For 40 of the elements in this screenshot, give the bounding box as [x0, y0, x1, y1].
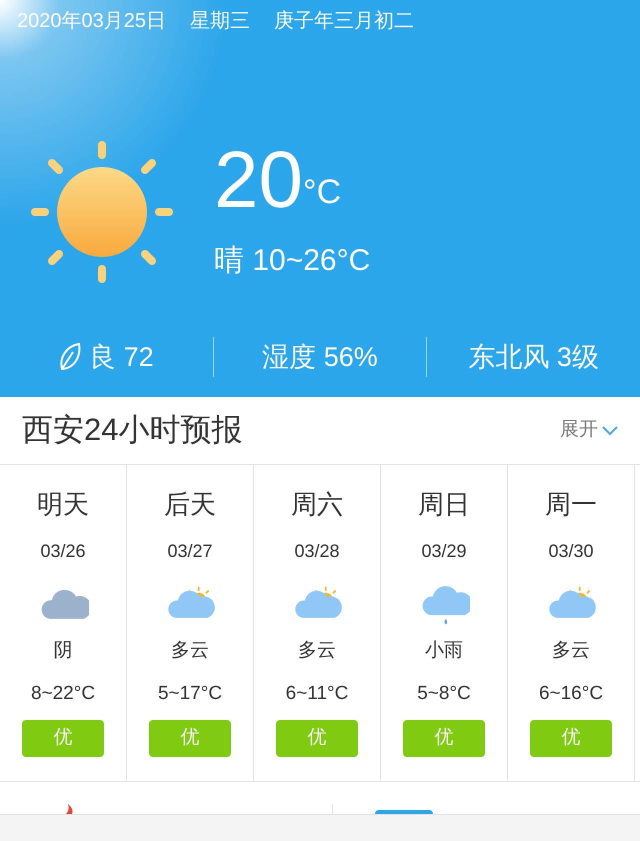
- weather-condition: 多云: [298, 639, 336, 663]
- air-quality-badge: 优: [149, 720, 231, 757]
- forecast-title: 西安24小时预报: [22, 411, 242, 450]
- air-quality-badge: 优: [22, 720, 104, 757]
- day-label: 周日: [418, 488, 470, 521]
- weekday-text: 星期三: [190, 9, 250, 34]
- lunar-date-text: 庚子年三月初二: [274, 9, 414, 34]
- temperature-range: 6~16°C: [538, 682, 604, 706]
- temperature-range: 6~11°C: [286, 682, 348, 706]
- day-label: 后天: [164, 488, 216, 521]
- air-quality-badge: 优: [530, 720, 612, 757]
- date-label: 03/28: [294, 540, 340, 563]
- temperature-unit: °C: [302, 172, 342, 213]
- day-label: 周六: [291, 488, 343, 521]
- day-label: 明天: [37, 488, 89, 521]
- leaf-icon: [59, 342, 82, 372]
- date-label: 03/27: [167, 540, 213, 563]
- date-label: 03/26: [40, 540, 86, 563]
- air-quality-badge: 优: [403, 720, 485, 757]
- temperature-range: 5~17°C: [158, 682, 222, 706]
- current-temperature: 20: [214, 140, 303, 220]
- weather-stat: 东北风 3级: [468, 340, 599, 374]
- weather-condition: 阴: [54, 639, 72, 663]
- air-quality-badge: 优: [276, 720, 358, 757]
- expand-button[interactable]: 展开: [560, 416, 618, 445]
- date-label: 03/29: [421, 540, 467, 563]
- weather-condition: 小雨: [425, 639, 463, 663]
- sun-icon: [30, 140, 174, 282]
- date-label: 03/30: [548, 540, 594, 563]
- temperature-range: 8~22°C: [30, 682, 96, 706]
- weather-stat: 湿度 56%: [262, 340, 378, 374]
- date-text: 2020年03月25日: [17, 9, 166, 34]
- weather-condition: 多云: [552, 639, 590, 663]
- temperature-range: 5~8°C: [417, 682, 471, 706]
- weather-summary: 晴 10~26°C: [214, 243, 370, 279]
- tab-indicator: [374, 810, 432, 814]
- weather-stat: 良 72: [89, 340, 154, 374]
- day-label: 周一: [545, 488, 597, 521]
- weather-condition: 多云: [171, 639, 209, 663]
- chevron-down-icon: [602, 426, 618, 436]
